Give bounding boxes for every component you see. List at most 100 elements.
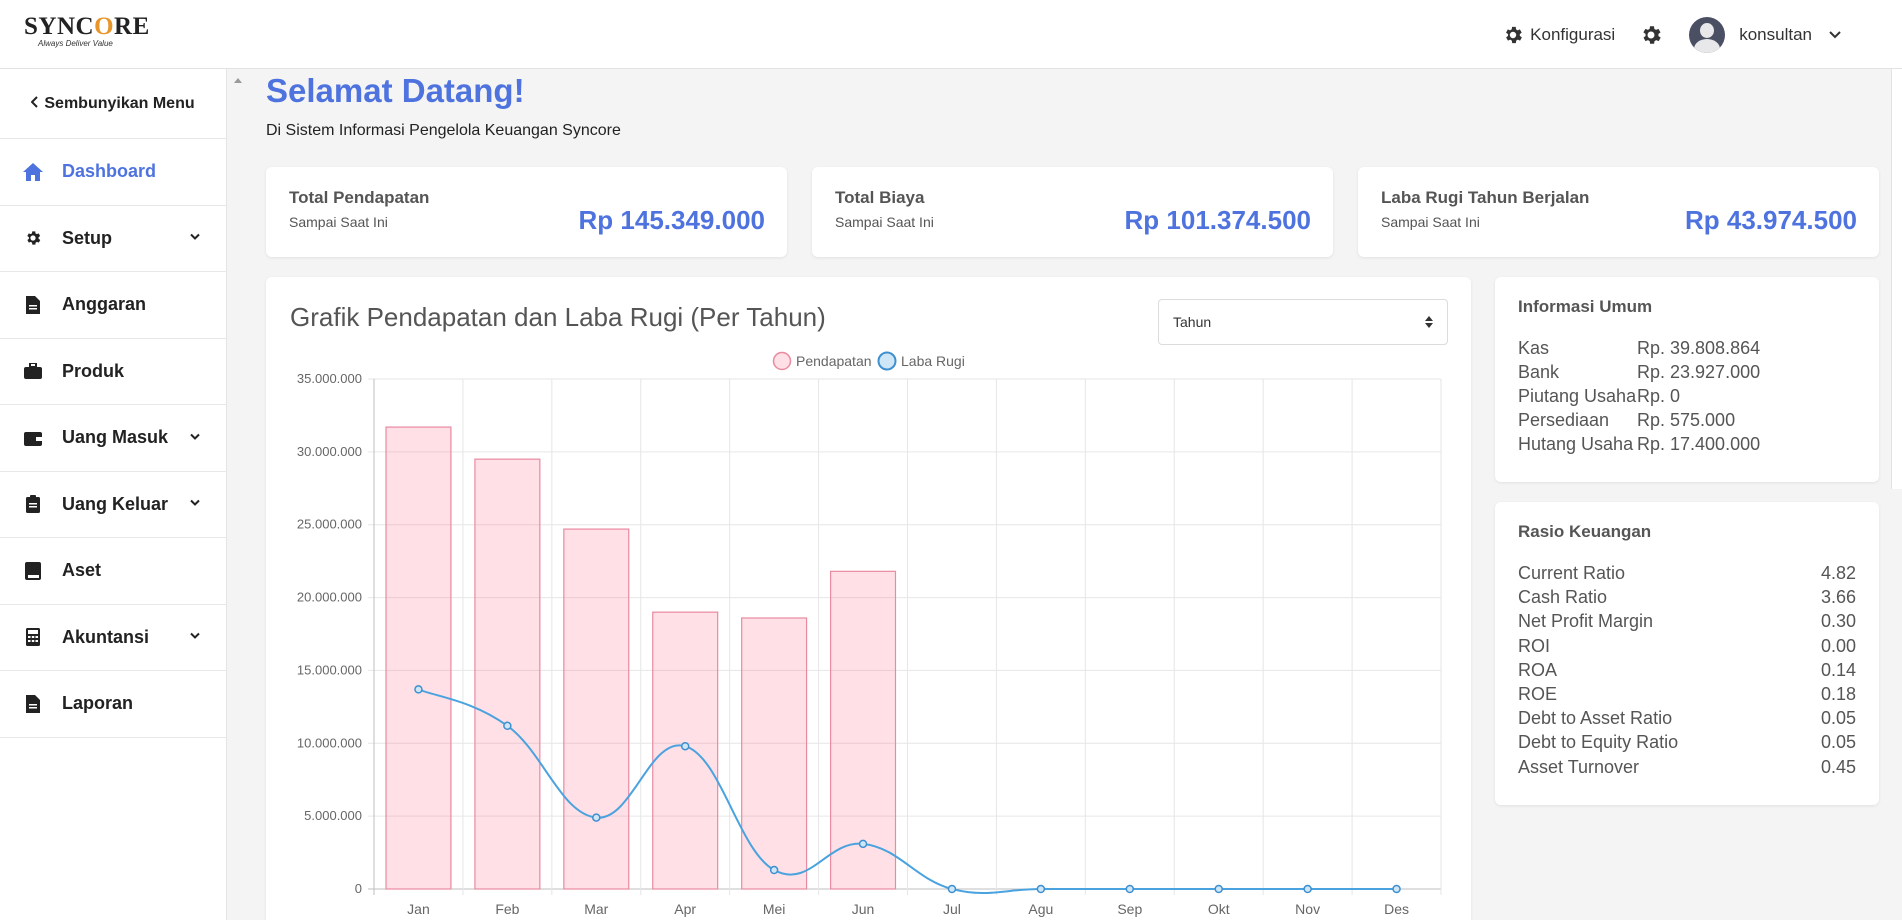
point-laba-rugi: [1214, 884, 1223, 894]
x-tick-label: Des: [1384, 901, 1409, 917]
info-value: Rp. 575.000: [1637, 410, 1736, 430]
ratio-label: Asset Turnover: [1518, 756, 1640, 777]
sidebar-item-anggaran[interactable]: Anggaran: [0, 272, 226, 339]
period-select-value: Tahun: [1173, 314, 1212, 330]
ratio-row: ROA 0.14: [1518, 660, 1856, 681]
y-tick-label: 0: [355, 881, 362, 896]
stat-subtitle: Sampai Saat Ini: [1381, 214, 1480, 230]
sidebar-item-label: Dashboard: [62, 161, 157, 182]
ratio-value: 4.82: [1820, 563, 1856, 583]
revenue-chart: 35.000.000 30.000.000 25.000.000 20.000.000…: [297, 351, 1442, 917]
x-tick-label: Sep: [1117, 901, 1142, 917]
sidebar-item-aset[interactable]: Aset: [0, 538, 226, 605]
ratio-label: Debt to Equity Ratio: [1518, 732, 1679, 753]
syncore-logo[interactable]: SYNCORE Always Deliver Value: [24, 13, 150, 49]
page-scrollbar[interactable]: [1891, 69, 1902, 489]
ratio-value: 0.45: [1820, 756, 1856, 777]
bar-pendapatan: [741, 617, 808, 890]
avatar[interactable]: [1689, 16, 1726, 53]
point-laba-rugi: [503, 721, 512, 731]
top-bar: SYNCORE Always Deliver Value Konfigurasi…: [0, 0, 1902, 69]
konfigurasi-menu[interactable]: Konfigurasi: [1502, 24, 1615, 46]
point-laba-rugi: [947, 884, 957, 894]
sidebar-item-uang-masuk[interactable]: Uang Masuk: [0, 405, 226, 472]
sidebar-item-label: Setup: [62, 227, 113, 248]
sidebar: Sembunyikan Menu Dashboard Setup Anggaran P…: [0, 69, 227, 920]
calculator-icon: [22, 628, 44, 647]
stat-card-laba-rugi: Laba Rugi Tahun Berjalan Sampai Saat Ini…: [1358, 167, 1879, 257]
briefcase-icon: [22, 363, 44, 380]
legend-label: Pendapatan: [796, 353, 872, 369]
chevron-down-icon: [190, 433, 200, 441]
legend-swatch-laba-rugi: [877, 351, 897, 371]
rasio-title: Rasio Keuangan: [1518, 522, 1652, 541]
point-laba-rugi: [769, 865, 779, 875]
info-value: Rp. 23.927.000: [1637, 362, 1761, 382]
logo-tagline: Always Deliver Value: [38, 39, 113, 48]
sidebar-item-label: Aset: [62, 560, 102, 581]
ratio-row: Current Ratio 4.82: [1518, 563, 1856, 584]
legend-label: Laba Rugi: [901, 353, 965, 369]
page-subtitle: Di Sistem Informasi Pengelola Keuangan S…: [266, 122, 621, 139]
bar-pendapatan: [474, 458, 541, 890]
stat-value: Rp 101.374.500: [1124, 205, 1311, 235]
ratio-label: Current Ratio: [1518, 563, 1626, 583]
sidebar-item-label: Laporan: [62, 693, 134, 714]
sidebar-item-uang-keluar[interactable]: Uang Keluar: [0, 472, 226, 538]
stat-card-pendapatan: Total Pendapatan Sampai Saat Ini Rp 145.…: [266, 167, 787, 257]
sidebar-item-label: Anggaran: [62, 294, 147, 315]
rasio-card: Rasio Keuangan Current Ratio 4.82 Cash Rat…: [1495, 502, 1879, 805]
x-tick-label: Nov: [1295, 901, 1320, 917]
point-laba-rugi: [1392, 884, 1401, 894]
sidebar-item-laporan[interactable]: Laporan: [0, 671, 226, 738]
x-tick-label: Apr: [674, 901, 696, 917]
gear-icon: [1643, 25, 1661, 44]
y-tick-label: 25.000.000: [297, 517, 362, 532]
x-tick-label: Okt: [1208, 901, 1230, 917]
sidebar-item-produk[interactable]: Produk: [0, 339, 226, 405]
x-tick-label: Agu: [1028, 901, 1053, 917]
point-laba-rugi: [858, 839, 868, 849]
x-tick-label: Jul: [943, 901, 961, 917]
wallet-icon: [22, 430, 44, 446]
hide-menu-button[interactable]: Sembunyikan Menu: [0, 69, 226, 139]
legend-swatch-pendapatan: [772, 351, 792, 371]
sidebar-item-akuntansi[interactable]: Akuntansi: [0, 605, 226, 671]
x-tick-label: Jun: [852, 901, 875, 917]
info-row: Bank Rp. 23.927.000: [1518, 362, 1760, 383]
chevron-down-icon: [190, 233, 200, 241]
hide-menu-label: Sembunyikan Menu: [44, 94, 195, 112]
info-label: Kas: [1518, 338, 1550, 358]
y-tick-label: 20.000.000: [297, 590, 362, 605]
logo-wordmark: SYNCORE: [24, 13, 150, 40]
user-name[interactable]: konsultan: [1739, 25, 1812, 45]
chevron-left-icon: [30, 95, 39, 113]
x-tick-label: Jan: [407, 901, 430, 917]
sidebar-item-label: Produk: [62, 360, 125, 381]
info-label: Hutang Usaha: [1518, 434, 1634, 454]
info-label: Piutang Usaha: [1518, 386, 1637, 406]
info-row: Piutang Usaha Rp. 0: [1518, 386, 1680, 407]
point-laba-rugi: [592, 813, 601, 822]
y-tick-label: 5.000.000: [304, 808, 362, 823]
settings-button[interactable]: [1639, 23, 1663, 47]
scroll-up-icon[interactable]: [234, 78, 242, 83]
ratio-row: Net Profit Margin 0.30: [1518, 611, 1856, 632]
ratio-label: Cash Ratio: [1518, 587, 1608, 608]
book-icon: [22, 561, 44, 580]
point-laba-rugi: [1303, 884, 1312, 894]
sidebar-item-dashboard[interactable]: Dashboard: [0, 139, 226, 206]
ratio-value: 3.66: [1820, 587, 1856, 608]
stat-title: Total Pendapatan: [289, 188, 430, 207]
stat-value: Rp 43.974.500: [1684, 205, 1857, 235]
clipboard-icon: [22, 495, 44, 514]
home-icon: [22, 162, 44, 182]
ratio-value: 0.05: [1820, 708, 1856, 729]
ratio-label: ROE: [1518, 684, 1558, 704]
period-select[interactable]: Tahun: [1158, 299, 1448, 345]
sidebar-scrollbar[interactable]: [227, 69, 248, 920]
sidebar-item-setup[interactable]: Setup: [0, 206, 226, 272]
chevron-down-icon[interactable]: [1828, 30, 1842, 40]
konfigurasi-label: Konfigurasi: [1530, 24, 1616, 44]
ratio-label: ROA: [1518, 659, 1558, 680]
